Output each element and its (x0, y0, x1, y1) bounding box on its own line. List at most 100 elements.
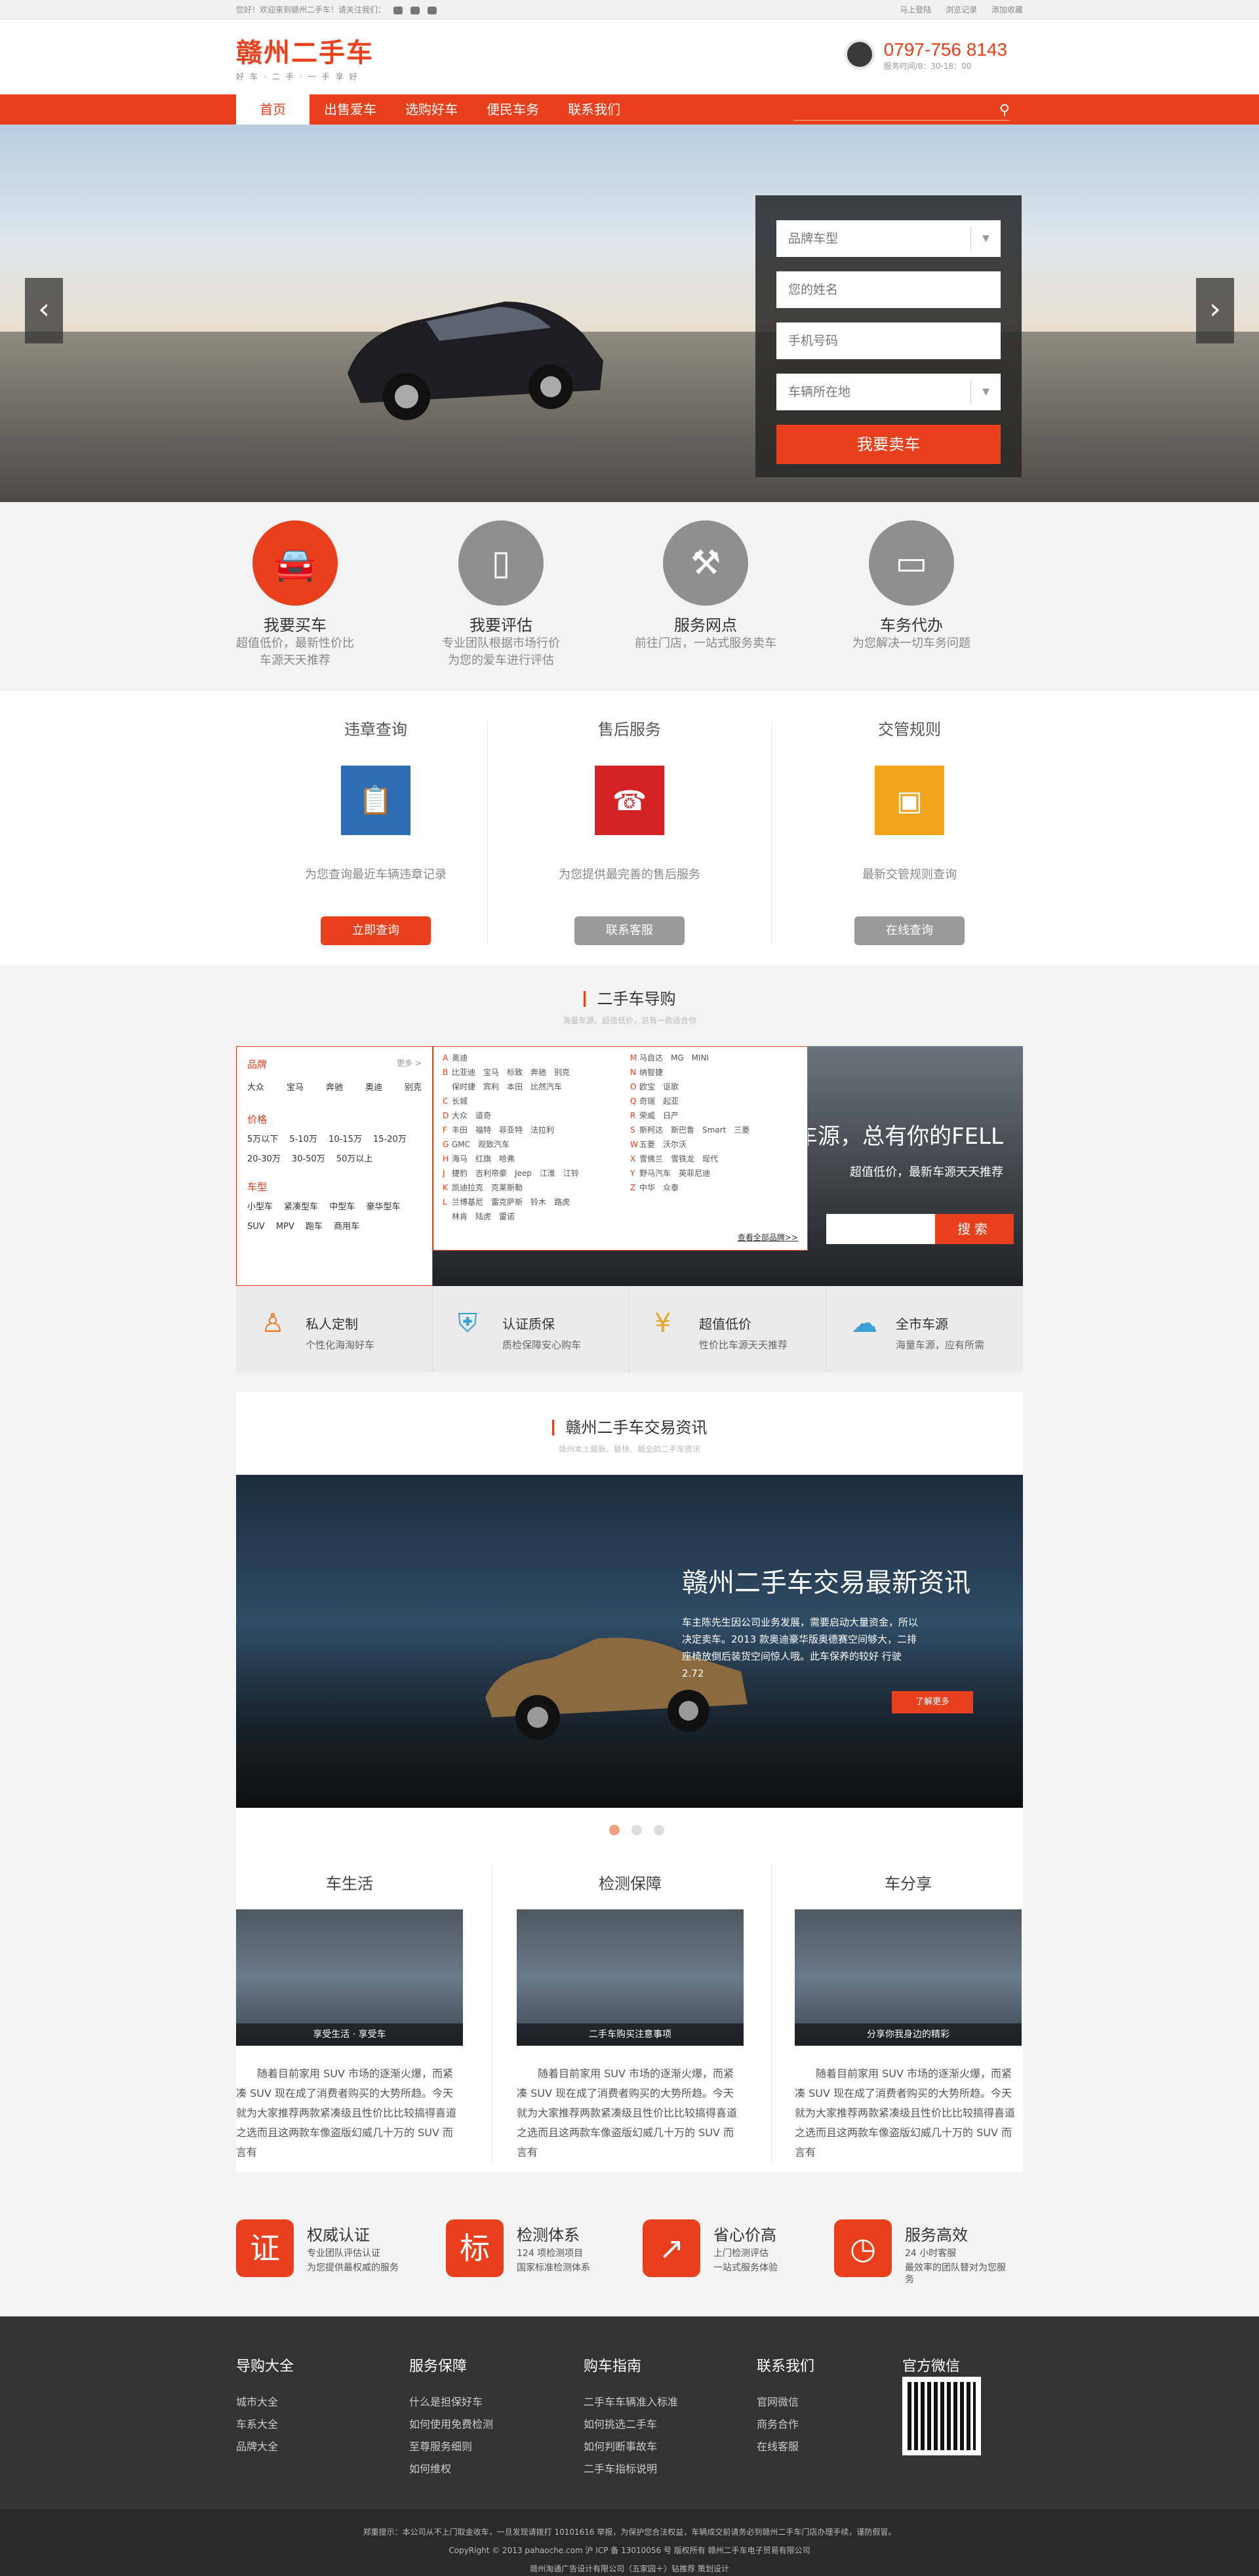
type-item[interactable]: 小型车 (247, 1202, 273, 1212)
brand-select[interactable]: 品牌车型 ▼ (776, 220, 1001, 257)
online-query-button[interactable]: 在线查询 (854, 916, 965, 945)
nav-sell-car[interactable]: 出售爱车 (310, 94, 391, 125)
brand-names[interactable]: 奇瑞 起亚 (639, 1097, 679, 1106)
brand-names[interactable]: 捷豹 吉利帝豪 Jeep 江淮 江铃 (452, 1169, 579, 1178)
brand-names[interactable]: 纳智捷 (639, 1068, 663, 1077)
carousel-dot[interactable] (631, 1825, 642, 1835)
footer-link[interactable]: 品牌大全 (236, 2436, 393, 2458)
history-link[interactable]: 浏览记录 (946, 5, 977, 14)
phone-input[interactable]: 手机号码 (776, 322, 1001, 359)
news-col-image[interactable]: 二手车购买注意事项 (517, 1909, 744, 2046)
type-item[interactable]: SUV (247, 1222, 265, 1232)
banner-next-arrow[interactable]: › (1196, 278, 1234, 343)
brand-names[interactable]: 荣威 日产 (639, 1111, 679, 1120)
price-item[interactable]: 20-30万 (247, 1154, 281, 1164)
service-buy-car[interactable]: 🚘 我要买车 超值低价，最新性价比 车源天天推荐 (216, 520, 374, 669)
feature-low-price[interactable]: ¥ 超值低价 性价比车源天天推荐 (630, 1286, 826, 1373)
type-item[interactable]: 跑车 (306, 1222, 323, 1232)
footer-link[interactable]: 商务合作 (757, 2413, 914, 2436)
footer-link[interactable]: 二手车车辆准入标准 (584, 2391, 741, 2413)
more-link[interactable]: 更多 > (397, 1057, 422, 1068)
brand-names[interactable]: 丰田 福特 菲亚特 法拉利 (452, 1125, 554, 1135)
brand-names[interactable]: 马自达 MG MINI (639, 1053, 709, 1063)
price-item[interactable]: 5-10万 (289, 1135, 317, 1144)
brand-names[interactable]: 兰博基尼 雷克萨斯 铃木 路虎 (452, 1198, 570, 1207)
footer-link[interactable]: 什么是担保好车 (409, 2391, 567, 2413)
footer-link[interactable]: 官网微信 (757, 2391, 914, 2413)
nav-contact[interactable]: 联系我们 (553, 94, 635, 125)
brand-names[interactable]: 奥迪 (452, 1053, 468, 1063)
brand-names[interactable]: 雪佛兰 雪铁龙 现代 (639, 1154, 718, 1163)
nav-car-service[interactable]: 便民车务 (472, 94, 553, 125)
guide-search-input[interactable]: 搜索 (826, 1214, 1014, 1244)
nav-buy-car[interactable]: 选购好车 (391, 94, 472, 125)
brand-item[interactable]: 大众 (247, 1080, 264, 1093)
footer-link[interactable]: 二手车指标说明 (584, 2458, 741, 2480)
site-logo[interactable]: 赣州二手车 好车·二手·一手享好 (236, 31, 374, 82)
feature-custom[interactable]: ♙ 私人定制 个性化海淘好车 (236, 1286, 433, 1373)
brand-names[interactable]: 野马汽车 英菲尼迪 (639, 1169, 710, 1178)
search-input[interactable] (793, 100, 977, 119)
brand-item[interactable]: 奔驰 (326, 1080, 343, 1093)
type-item[interactable]: 豪华型车 (366, 1202, 400, 1212)
brand-names[interactable]: 欧宝 讴歌 (639, 1082, 679, 1091)
brand-names[interactable]: 长城 (452, 1097, 468, 1106)
price-item[interactable]: 50万以上 (336, 1154, 373, 1164)
news-col-image[interactable]: 分享你我身边的精彩 (795, 1909, 1022, 2046)
chevron-down-icon[interactable]: ▼ (970, 227, 1001, 250)
all-brands-link[interactable]: 查看全部品牌>> (738, 1230, 798, 1245)
news-banner[interactable]: 赣州二手车交易最新资讯 车主陈先生因公司业务发展，需要启动大量资金，所以决定卖车… (236, 1475, 1023, 1808)
news-col-image[interactable]: 享受生活 · 享受车 (236, 1909, 463, 2046)
brand-names[interactable]: GMC 观致汽车 (452, 1140, 510, 1149)
sell-car-button[interactable]: 我要卖车 (776, 425, 1001, 464)
brand-names[interactable]: 凯迪拉克 克莱斯勒 (452, 1183, 523, 1192)
footer-link[interactable]: 车系大全 (236, 2413, 393, 2436)
footer-link[interactable]: 如何判断事故车 (584, 2436, 741, 2458)
location-select[interactable]: 车辆所在地 ▼ (776, 374, 1001, 410)
name-input[interactable]: 您的姓名 (776, 271, 1001, 308)
type-item[interactable]: MPV (276, 1222, 294, 1232)
brand-item[interactable]: 宝马 (287, 1080, 304, 1093)
chevron-down-icon[interactable]: ▼ (970, 380, 1001, 404)
price-item[interactable]: 30-50万 (292, 1154, 325, 1164)
brand-item[interactable]: 别克 (405, 1080, 422, 1093)
favorite-link[interactable]: 添加收藏 (991, 5, 1023, 14)
feature-city-source[interactable]: ☁ 全市车源 海量车源，应有所需 (826, 1286, 1023, 1373)
wechat-icon[interactable] (427, 6, 437, 14)
brand-names[interactable]: 五菱 沃尔沃 (639, 1140, 687, 1149)
service-outlets[interactable]: ⚒ 服务网点 前往门店，一站式服务卖车 (627, 520, 784, 652)
banner-prev-arrow[interactable]: ‹ (25, 278, 63, 343)
type-item[interactable]: 紧凑型车 (284, 1202, 318, 1212)
login-link[interactable]: 马上登陆 (900, 5, 931, 14)
footer-link[interactable]: 在线客服 (757, 2436, 914, 2458)
qq-icon[interactable] (410, 6, 420, 14)
service-evaluate[interactable]: ▯ 我要评估 专业团队根据市场行价 为您的爱车进行评估 (422, 520, 580, 669)
footer-link[interactable]: 如何维权 (409, 2458, 567, 2480)
footer-link[interactable]: 城市大全 (236, 2391, 393, 2413)
service-agency[interactable]: ▭ 车务代办 为您解决一切车务问题 (833, 520, 990, 652)
feature-warranty[interactable]: ⛨ 认证质保 质检保障安心购车 (433, 1286, 630, 1373)
brand-names[interactable]: 斯柯达 斯巴鲁 Smart 三菱 (639, 1125, 749, 1135)
guide-search-button[interactable]: 搜索 (935, 1214, 1014, 1244)
carousel-dot[interactable] (609, 1825, 620, 1835)
type-item[interactable]: 商用车 (334, 1222, 359, 1232)
brand-names[interactable]: 保时捷 宾利 本田 比然汽车 (452, 1082, 562, 1091)
learn-more-button[interactable]: 了解更多 (892, 1691, 973, 1713)
weibo-icon[interactable] (393, 6, 403, 14)
brand-names[interactable]: 海马 红旗 哈弗 (452, 1154, 515, 1163)
brand-item[interactable]: 奥迪 (365, 1080, 382, 1093)
search-icon[interactable]: ⚲ (999, 102, 1010, 119)
brand-names[interactable]: 大众 道奇 (452, 1111, 491, 1120)
footer-link[interactable]: 如何使用免费检测 (409, 2413, 567, 2436)
footer-link[interactable]: 至尊服务细则 (409, 2436, 567, 2458)
contact-service-button[interactable]: 联系客服 (574, 916, 685, 945)
query-now-button[interactable]: 立即查询 (321, 916, 431, 945)
nav-home[interactable]: 首页 (236, 94, 310, 125)
carousel-dot[interactable] (654, 1825, 664, 1835)
price-item[interactable]: 15-20万 (373, 1135, 407, 1144)
type-item[interactable]: 中型车 (329, 1202, 355, 1212)
price-item[interactable]: 10-15万 (329, 1135, 362, 1144)
brand-names[interactable]: 比亚迪 宝马 标致 奔驰 别克 (452, 1068, 570, 1077)
price-item[interactable]: 5万以下 (247, 1135, 278, 1144)
brand-names[interactable]: 中华 众泰 (639, 1183, 679, 1192)
